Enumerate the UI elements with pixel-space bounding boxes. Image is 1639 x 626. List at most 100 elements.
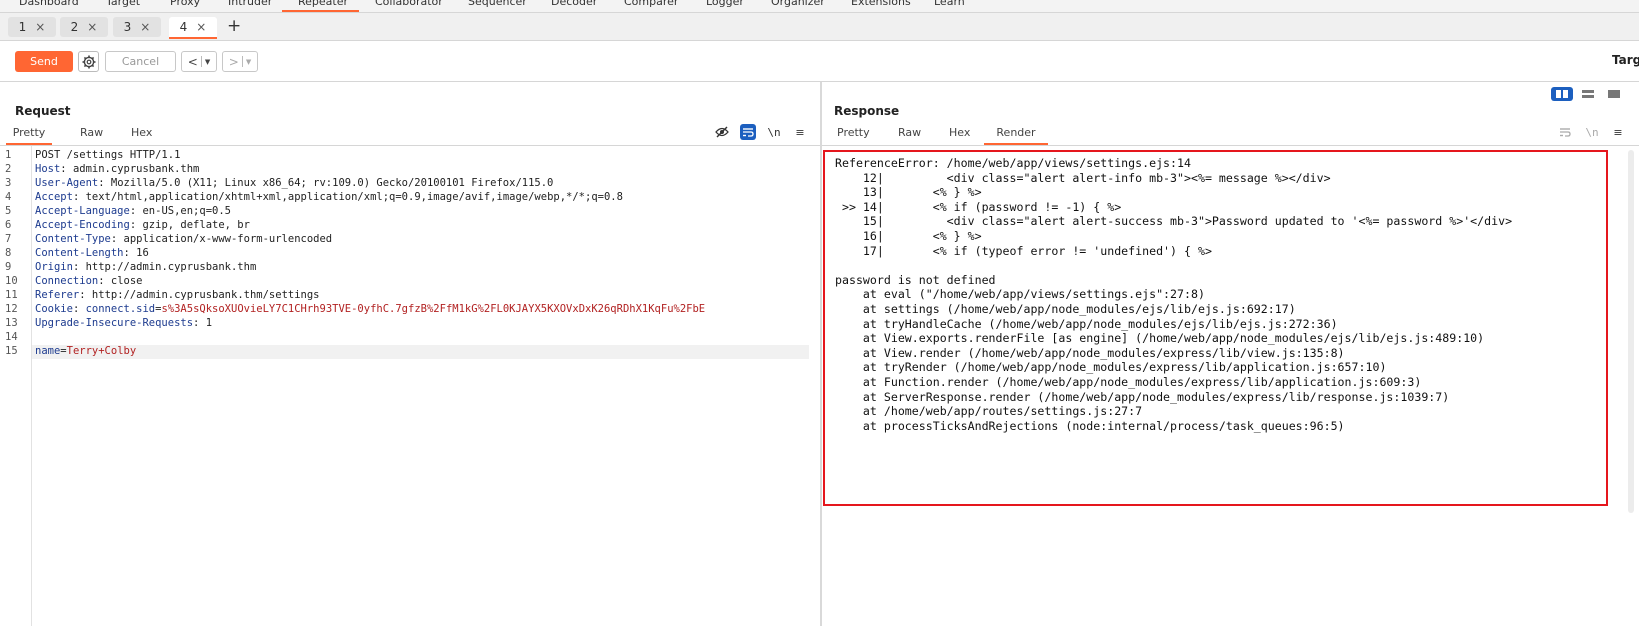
response-text-line: at tryHandleCache (/home/web/app/node_mo…	[835, 316, 1338, 331]
request-tab-hex[interactable]: Hex	[131, 126, 152, 143]
single-pane-icon	[1608, 90, 1620, 98]
response-tab-render[interactable]: Render	[984, 126, 1048, 145]
newline-toggle-icon[interactable]: \n	[1584, 124, 1600, 140]
line-number: 15	[5, 345, 18, 357]
line-number: 11	[5, 289, 18, 301]
request-line[interactable]: Host: admin.cyprusbank.thm	[35, 163, 199, 175]
close-icon[interactable]: ×	[87, 20, 97, 34]
line-number: 1	[5, 149, 12, 161]
cancel-button[interactable]: Cancel	[105, 51, 176, 72]
layout-rows-button[interactable]	[1577, 87, 1599, 101]
header-name: Upgrade-Insecure-Requests	[35, 317, 194, 329]
rows-icon	[1582, 90, 1594, 98]
header-name: Accept	[35, 191, 73, 203]
menu-icon[interactable]: ≡	[1610, 124, 1626, 140]
param-name: name	[35, 345, 61, 357]
response-text-line: 15| <div class="alert alert-success mb-3…	[835, 214, 1513, 229]
main-nav: Dashboard Target Proxy Intruder Repeater…	[0, 0, 1639, 13]
request-line[interactable]: Content-Length: 16	[35, 247, 149, 259]
request-line[interactable]: Accept-Language: en-US,en;q=0.5	[35, 205, 231, 217]
response-subtabs: Pretty Raw Hex Render	[822, 126, 1639, 145]
request-line[interactable]: Accept: text/html,application/xhtml+xml,…	[35, 191, 623, 203]
target-label[interactable]: Targ	[1612, 53, 1639, 67]
header-name: Referer	[35, 289, 80, 301]
send-button[interactable]: Send	[15, 51, 73, 72]
request-subtabs: Pretty Raw Hex	[0, 126, 820, 145]
response-title: Response	[834, 104, 900, 118]
line-number: 2	[5, 163, 12, 175]
nav-organizer[interactable]: Organizer	[771, 0, 825, 8]
chevron-right-icon: >	[228, 54, 239, 69]
request-line[interactable]: Content-Type: application/x-www-form-url…	[35, 233, 332, 245]
history-back-button[interactable]: < ▼	[181, 51, 217, 72]
response-text-line: >> 14| <% if (password != -1) { %>	[835, 199, 1122, 214]
request-line[interactable]: Origin: http://admin.cyprusbank.thm	[35, 261, 256, 273]
repeater-tab-2[interactable]: 2 ×	[60, 17, 108, 37]
nav-logger[interactable]: Logger	[706, 0, 744, 8]
request-line[interactable]: User-Agent: Mozilla/5.0 (X11; Linux x86_…	[35, 177, 553, 189]
request-line[interactable]: Cookie: connect.sid=s%3A5sQksoXUOvieLY7C…	[35, 303, 705, 315]
chevron-down-icon[interactable]: ▼	[246, 58, 251, 66]
response-text-line: password is not defined	[835, 272, 996, 287]
add-tab-icon[interactable]: +	[227, 16, 241, 36]
divider	[822, 145, 1639, 146]
response-tab-pretty[interactable]: Pretty	[837, 126, 870, 143]
chevron-down-icon[interactable]: ▼	[205, 58, 210, 66]
response-tab-raw[interactable]: Raw	[898, 126, 921, 143]
line-number: 6	[5, 219, 12, 231]
response-text-line: at eval ("/home/web/app/views/settings.e…	[835, 287, 1205, 302]
tab-label: 2	[70, 20, 79, 34]
eye-slash-icon	[715, 126, 729, 138]
scrollbar[interactable]	[1628, 150, 1634, 513]
nav-target[interactable]: Target	[106, 0, 140, 8]
nav-sequencer[interactable]: Sequencer	[468, 0, 527, 8]
header-name: Origin	[35, 261, 73, 273]
hide-nonprintable-button[interactable]	[714, 124, 730, 140]
line-number: 10	[5, 275, 18, 287]
request-tab-pretty[interactable]: Pretty	[6, 126, 52, 145]
close-icon[interactable]: ×	[196, 20, 206, 34]
request-line[interactable]: Accept-Encoding: gzip, deflate, br	[35, 219, 250, 231]
request-line[interactable]: name=Terry+Colby	[35, 345, 136, 357]
nav-intruder[interactable]: Intruder	[228, 0, 272, 8]
layout-tabs-button[interactable]	[1603, 87, 1625, 101]
nav-repeater[interactable]: Repeater	[298, 0, 348, 8]
request-tab-raw[interactable]: Raw	[80, 126, 103, 143]
nav-comparer[interactable]: Comparer	[624, 0, 678, 8]
close-icon[interactable]: ×	[35, 20, 45, 34]
line-number: 14	[5, 331, 18, 343]
response-text-line: at /home/web/app/routes/settings.js:27:7	[835, 404, 1143, 419]
word-wrap-button[interactable]	[740, 124, 756, 140]
header-value: application/x-www-form-urlencoded	[123, 233, 333, 245]
request-line[interactable]: Referer: http://admin.cyprusbank.thm/set…	[35, 289, 320, 301]
nav-proxy[interactable]: Proxy	[170, 0, 200, 8]
request-line[interactable]: Connection: close	[35, 275, 142, 287]
nav-collaborator[interactable]: Collaborator	[375, 0, 443, 8]
repeater-tab-3[interactable]: 3 ×	[113, 17, 161, 37]
response-text-line: at processTicksAndRejections (node:inter…	[835, 418, 1345, 433]
response-text-line: at View.render (/home/web/app/node_modul…	[835, 345, 1345, 360]
newline-toggle-icon[interactable]: \n	[766, 124, 782, 140]
line-number: 7	[5, 233, 12, 245]
request-line[interactable]: POST /settings HTTP/1.1	[35, 149, 180, 161]
repeater-tab-1[interactable]: 1 ×	[8, 17, 56, 37]
nav-decoder[interactable]: Decoder	[551, 0, 597, 8]
response-tab-hex[interactable]: Hex	[949, 126, 970, 143]
line-number: 5	[5, 205, 12, 217]
pane-divider[interactable]	[820, 82, 822, 626]
header-name: User-Agent	[35, 177, 99, 189]
nav-extensions[interactable]: Extensions	[851, 0, 911, 8]
request-text: POST /settings HTTP/1.1	[35, 149, 181, 161]
nav-dashboard[interactable]: Dashboard	[19, 0, 79, 8]
history-forward-button[interactable]: > ▼	[222, 51, 258, 72]
header-name: Accept-Encoding	[35, 219, 130, 231]
request-line[interactable]: Upgrade-Insecure-Requests: 1	[35, 317, 212, 329]
divider	[0, 145, 820, 146]
menu-icon[interactable]: ≡	[792, 124, 808, 140]
word-wrap-button[interactable]	[1557, 124, 1573, 140]
nav-learn[interactable]: Learn	[934, 0, 965, 8]
layout-side-by-side-button[interactable]	[1551, 87, 1573, 101]
settings-button[interactable]	[78, 51, 99, 72]
close-icon[interactable]: ×	[140, 20, 150, 34]
repeater-tab-4[interactable]: 4 ×	[169, 17, 217, 39]
